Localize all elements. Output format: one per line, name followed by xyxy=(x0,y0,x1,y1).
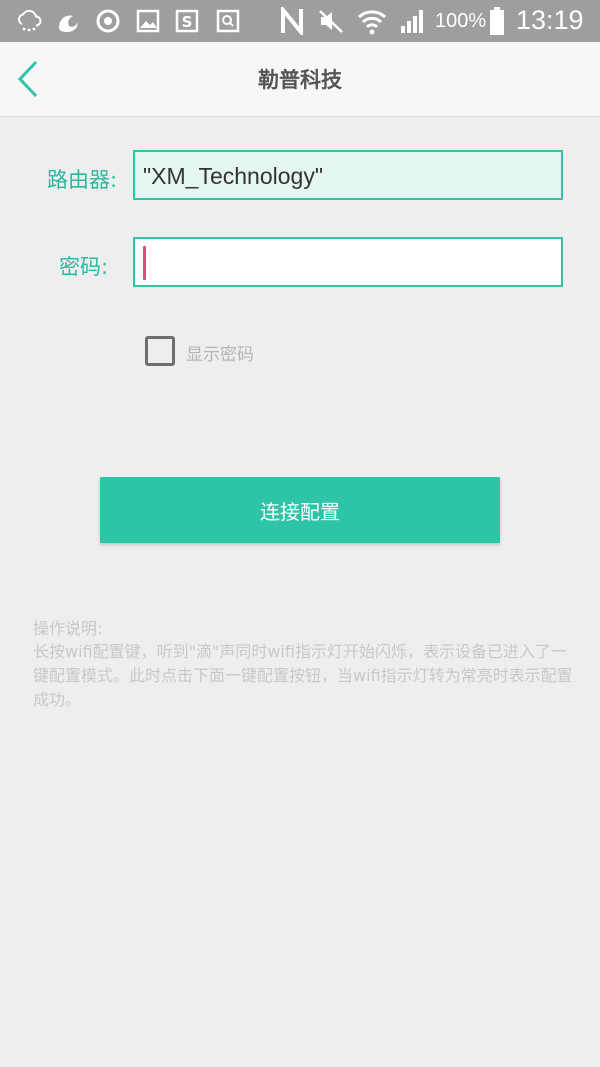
app-header: 勒普科技 xyxy=(0,42,600,117)
password-input[interactable] xyxy=(149,245,553,281)
nfc-icon xyxy=(278,7,306,35)
search-app-icon xyxy=(214,7,242,35)
uc-browser-icon xyxy=(54,7,82,35)
show-password-label[interactable]: 显示密码 xyxy=(186,340,254,365)
s-app-icon: S xyxy=(173,7,201,35)
text-cursor xyxy=(143,246,146,280)
clock: 13:19 xyxy=(516,5,584,35)
mute-icon xyxy=(316,7,346,35)
connect-config-button[interactable]: 连接配置 xyxy=(100,477,500,543)
show-password-checkbox[interactable] xyxy=(145,336,175,366)
sync-icon xyxy=(94,7,122,35)
battery-percent: 100% xyxy=(435,10,487,32)
password-label: 密码: xyxy=(59,255,109,279)
weather-icon xyxy=(14,7,44,35)
battery-icon xyxy=(486,7,508,35)
help-title: 操作说明: xyxy=(33,619,103,638)
svg-text:S: S xyxy=(182,13,193,31)
router-label: 路由器: xyxy=(47,168,118,192)
page-title: 勒普科技 xyxy=(258,68,342,92)
signal-icon xyxy=(398,7,428,35)
password-field[interactable] xyxy=(133,237,563,287)
help-text: 长按wifi配置键，听到"滴"声同时wifi指示灯开始闪烁，表示设备已进入了一键… xyxy=(33,642,573,709)
gallery-icon xyxy=(134,7,162,35)
router-field[interactable]: "XM_Technology" xyxy=(133,150,563,200)
router-value: "XM_Technology" xyxy=(143,163,323,189)
status-bar: S 100% 13:19 xyxy=(0,0,600,42)
wifi-icon xyxy=(356,7,388,35)
